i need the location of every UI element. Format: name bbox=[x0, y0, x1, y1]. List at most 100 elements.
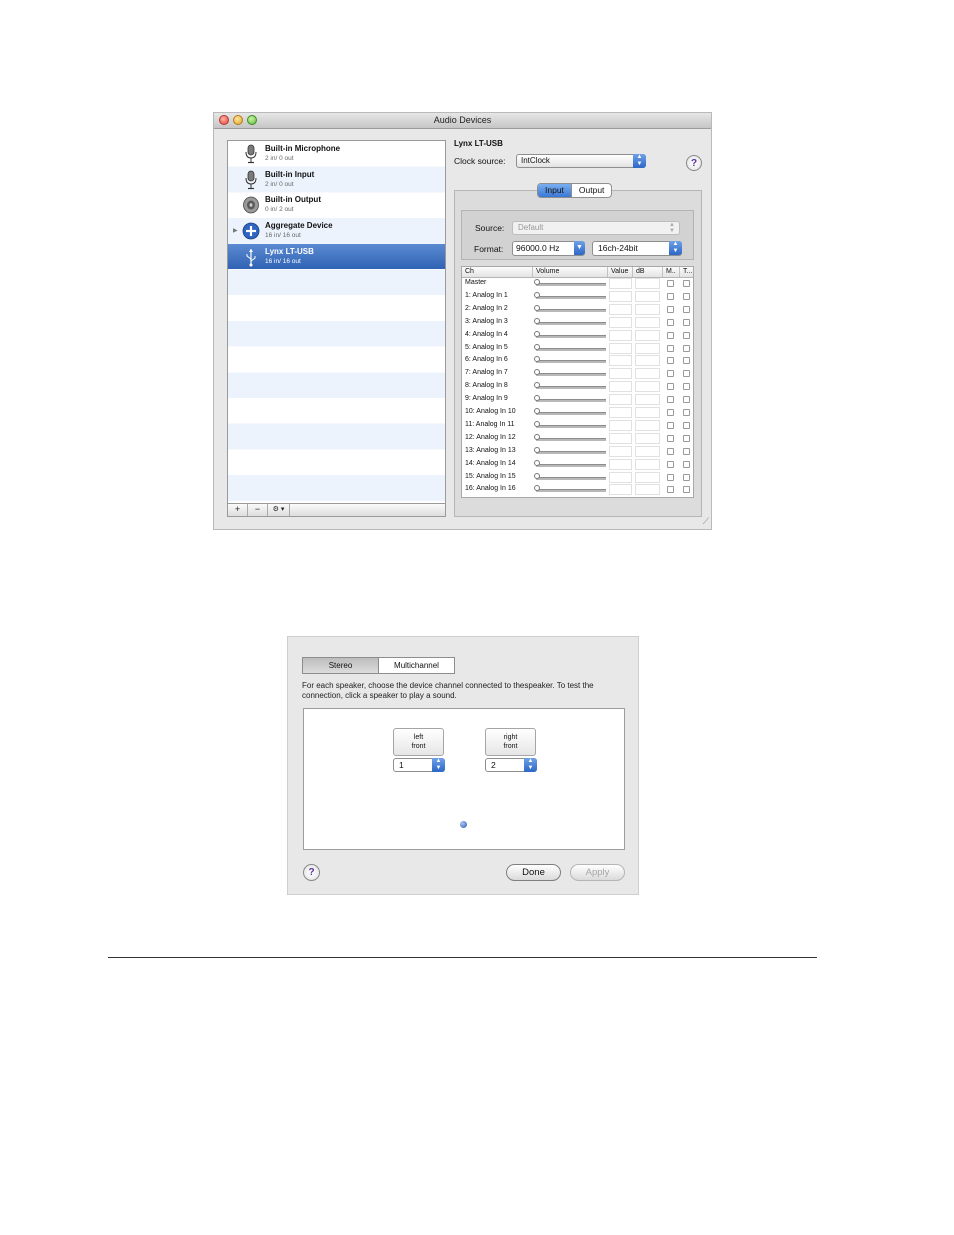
volume-slider-track[interactable] bbox=[536, 437, 606, 441]
tab-output[interactable]: Output bbox=[572, 184, 612, 197]
mute-checkbox[interactable] bbox=[667, 460, 674, 468]
thru-checkbox[interactable] bbox=[683, 409, 690, 416]
volume-slider-knob[interactable] bbox=[534, 343, 540, 350]
device-list[interactable]: Built-in Microphone 2 in/ 0 out Built-in I… bbox=[227, 140, 446, 504]
thru-checkbox[interactable] bbox=[683, 280, 690, 287]
db-field[interactable] bbox=[635, 290, 660, 302]
thru-checkbox[interactable] bbox=[683, 383, 690, 391]
thru-checkbox[interactable] bbox=[683, 370, 690, 378]
done-button[interactable]: Done bbox=[506, 864, 561, 881]
thru-checkbox[interactable] bbox=[683, 331, 690, 339]
thru-checkbox[interactable] bbox=[683, 486, 690, 494]
volume-slider-track[interactable] bbox=[536, 283, 606, 286]
segment-multichannel[interactable]: Multichannel bbox=[379, 658, 454, 673]
thru-checkbox[interactable] bbox=[683, 396, 690, 404]
db-field[interactable] bbox=[635, 419, 660, 431]
left-front-speaker-button[interactable]: left front bbox=[393, 728, 444, 756]
value-field[interactable] bbox=[609, 303, 632, 315]
thru-checkbox[interactable] bbox=[683, 460, 690, 468]
mute-checkbox[interactable] bbox=[667, 318, 674, 326]
segment-stereo[interactable]: Stereo bbox=[303, 658, 379, 673]
db-field[interactable] bbox=[635, 278, 660, 289]
apply-button[interactable]: Apply bbox=[570, 864, 625, 881]
volume-slider-track[interactable] bbox=[536, 476, 606, 480]
volume-slider-track[interactable] bbox=[536, 412, 606, 415]
value-field[interactable] bbox=[609, 394, 632, 406]
value-field[interactable] bbox=[609, 484, 632, 496]
mute-checkbox[interactable] bbox=[667, 357, 674, 365]
volume-slider-track[interactable] bbox=[536, 463, 606, 467]
sample-rate-select[interactable]: 96000.0 Hz ▼ bbox=[512, 241, 585, 256]
mute-checkbox[interactable] bbox=[667, 280, 674, 287]
db-field[interactable] bbox=[635, 381, 660, 393]
mute-checkbox[interactable] bbox=[667, 344, 674, 352]
mute-checkbox[interactable] bbox=[667, 434, 674, 442]
value-field[interactable] bbox=[609, 419, 632, 431]
volume-slider-knob[interactable] bbox=[534, 446, 540, 453]
volume-slider-track[interactable] bbox=[536, 334, 606, 338]
zoom-window-button[interactable] bbox=[247, 115, 257, 125]
volume-slider-track[interactable] bbox=[536, 450, 606, 454]
db-field[interactable] bbox=[635, 432, 660, 444]
volume-slider-track[interactable] bbox=[536, 373, 606, 377]
volume-slider-knob[interactable] bbox=[534, 291, 540, 298]
mute-checkbox[interactable] bbox=[667, 396, 674, 404]
db-field[interactable] bbox=[635, 484, 660, 496]
right-front-speaker-button[interactable]: right front bbox=[485, 728, 536, 756]
help-button[interactable]: ? bbox=[686, 155, 702, 171]
value-field[interactable] bbox=[609, 316, 632, 328]
mute-checkbox[interactable] bbox=[667, 447, 674, 455]
channel-format-select[interactable]: 16ch-24bit ▲ ▼ bbox=[592, 241, 682, 256]
db-field[interactable] bbox=[635, 445, 660, 457]
value-field[interactable] bbox=[609, 329, 632, 341]
db-field[interactable] bbox=[635, 471, 660, 483]
db-field[interactable] bbox=[635, 394, 660, 406]
device-list-item[interactable]: Lynx LT-USB 16 in/ 16 out bbox=[228, 243, 445, 270]
device-list-item[interactable]: Built-in Input 2 in/ 0 out bbox=[228, 167, 445, 193]
mute-checkbox[interactable] bbox=[667, 331, 674, 339]
mute-checkbox[interactable] bbox=[667, 421, 674, 429]
thru-checkbox[interactable] bbox=[683, 434, 690, 442]
mute-checkbox[interactable] bbox=[667, 305, 674, 313]
db-field[interactable] bbox=[635, 407, 660, 418]
volume-slider-knob[interactable] bbox=[534, 279, 540, 285]
volume-slider-track[interactable] bbox=[536, 386, 606, 390]
volume-slider-track[interactable] bbox=[536, 489, 606, 493]
value-field[interactable] bbox=[609, 407, 632, 418]
value-field[interactable] bbox=[609, 458, 632, 470]
volume-slider-knob[interactable] bbox=[534, 472, 540, 479]
thru-checkbox[interactable] bbox=[683, 305, 690, 313]
disclosure-triangle-icon[interactable]: ▶ bbox=[233, 227, 238, 234]
volume-slider-track[interactable] bbox=[536, 399, 606, 403]
thru-checkbox[interactable] bbox=[683, 421, 690, 429]
remove-device-button[interactable]: − bbox=[248, 504, 268, 516]
volume-slider-track[interactable] bbox=[536, 321, 606, 325]
db-field[interactable] bbox=[635, 303, 660, 315]
value-field[interactable] bbox=[609, 432, 632, 444]
mute-checkbox[interactable] bbox=[667, 383, 674, 391]
clock-source-select[interactable]: IntClock ▲ ▼ bbox=[516, 154, 646, 168]
value-field[interactable] bbox=[609, 355, 632, 367]
device-list-item[interactable]: Built-in Microphone 2 in/ 0 out bbox=[228, 141, 445, 167]
volume-slider-knob[interactable] bbox=[534, 433, 540, 440]
db-field[interactable] bbox=[635, 342, 660, 354]
mute-checkbox[interactable] bbox=[667, 370, 674, 378]
db-field[interactable] bbox=[635, 316, 660, 328]
mute-checkbox[interactable] bbox=[667, 473, 674, 481]
device-list-item[interactable]: Built-in Output 0 in/ 2 out bbox=[228, 192, 445, 218]
close-window-button[interactable] bbox=[219, 115, 229, 125]
mute-checkbox[interactable] bbox=[667, 292, 674, 300]
volume-slider-knob[interactable] bbox=[534, 408, 540, 414]
minimize-window-button[interactable] bbox=[233, 115, 243, 125]
thru-checkbox[interactable] bbox=[683, 473, 690, 481]
volume-slider-knob[interactable] bbox=[534, 459, 540, 466]
db-field[interactable] bbox=[635, 355, 660, 367]
left-front-channel-select[interactable]: 1 ▲ ▼ bbox=[393, 758, 445, 772]
value-field[interactable] bbox=[609, 368, 632, 380]
help-button[interactable]: ? bbox=[303, 864, 320, 881]
right-front-channel-select[interactable]: 2 ▲ ▼ bbox=[485, 758, 537, 772]
thru-checkbox[interactable] bbox=[683, 292, 690, 300]
add-device-button[interactable]: + bbox=[228, 504, 248, 516]
window-titlebar[interactable]: Audio Devices bbox=[214, 113, 711, 129]
volume-slider-knob[interactable] bbox=[534, 330, 540, 337]
